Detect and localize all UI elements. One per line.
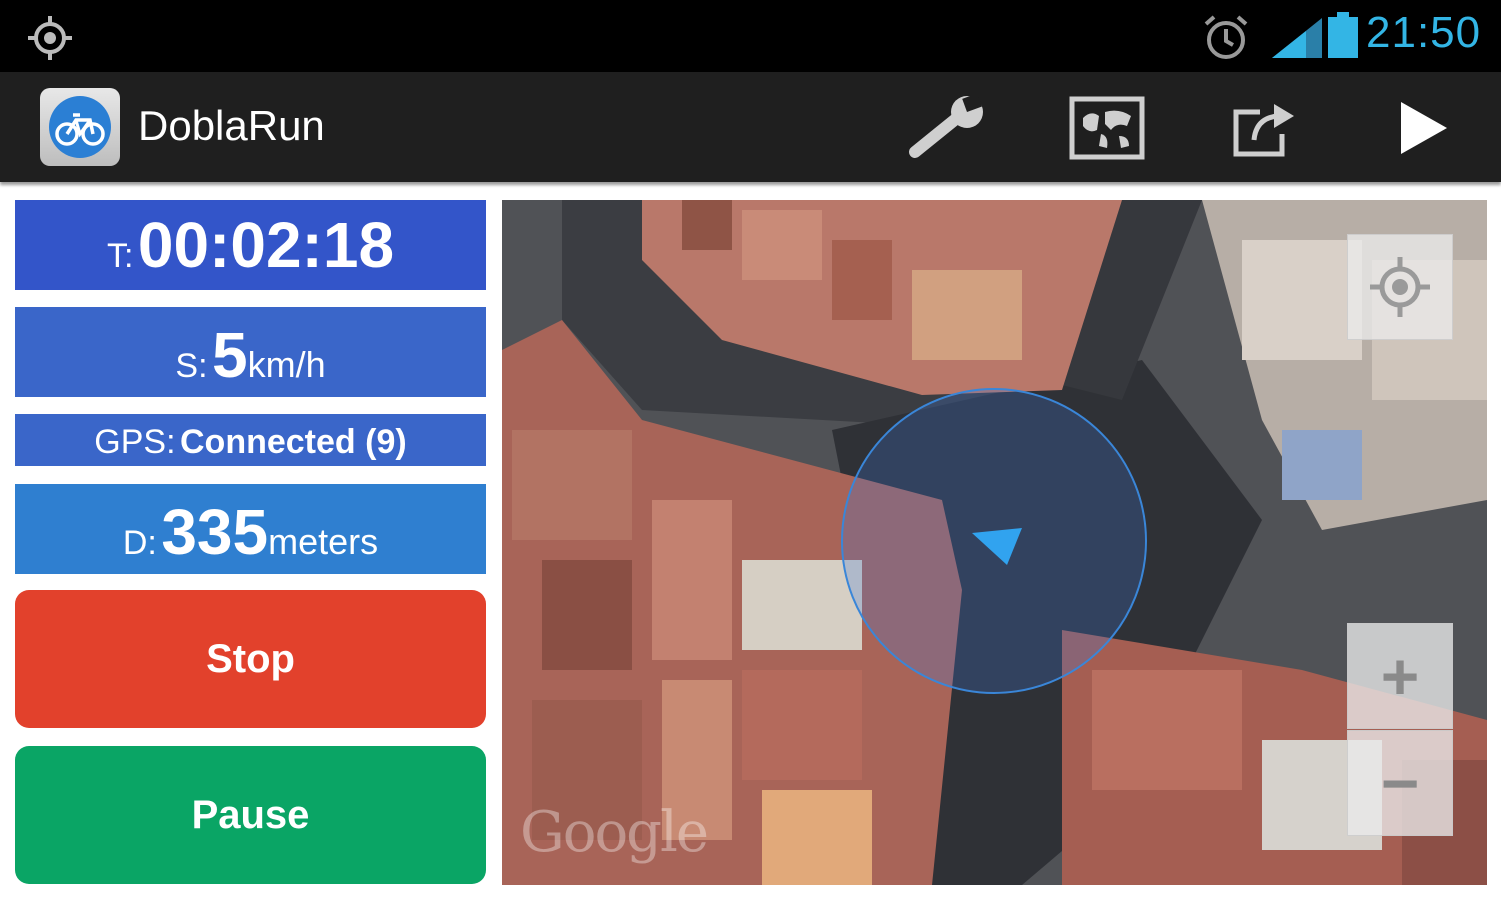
map-view-button[interactable] (1062, 92, 1152, 164)
app-logo[interactable] (40, 88, 120, 166)
alarm-clock-icon (1204, 15, 1248, 59)
status-bar: 21:50 (0, 0, 1501, 72)
map-imagery (502, 200, 1487, 885)
start-button[interactable] (1378, 92, 1468, 164)
share-button[interactable] (1220, 92, 1310, 164)
speed-value: 5 (211, 319, 248, 391)
bicycle-icon (49, 96, 111, 158)
share-icon (1233, 104, 1294, 157)
speed-label: S: (175, 347, 208, 385)
status-time: 21:50 (1366, 8, 1482, 57)
time-label: T: (106, 237, 134, 275)
speed-panel: S: 5km/h (15, 307, 486, 397)
distance-unit: meters (268, 521, 379, 562)
play-icon (1401, 102, 1447, 154)
zoom-out-icon: − (1380, 746, 1420, 820)
time-panel: T: 00:02:18 (15, 200, 486, 290)
settings-button[interactable] (905, 92, 995, 164)
satellite-map[interactable]: Google + − (502, 200, 1487, 885)
zoom-in-button[interactable]: + (1347, 623, 1453, 729)
zoom-out-button[interactable]: − (1347, 730, 1453, 836)
signal-icon (1272, 18, 1322, 58)
map-icon (1069, 96, 1145, 160)
battery-icon (1328, 12, 1358, 58)
distance-label: D: (122, 524, 157, 562)
my-location-button[interactable] (1347, 234, 1453, 340)
zoom-in-icon: + (1380, 639, 1420, 713)
distance-panel: D: 335meters (15, 484, 486, 574)
pause-button[interactable]: Pause (15, 746, 486, 884)
my-location-icon (1370, 257, 1430, 317)
gps-icon (28, 16, 72, 60)
gps-status: Connected (9) (180, 423, 407, 461)
wrench-icon (909, 96, 983, 158)
app-title: DoblaRun (138, 102, 325, 149)
time-value: 00:02:18 (137, 209, 395, 281)
action-bar: DoblaRun (0, 72, 1501, 182)
stop-button[interactable]: Stop (15, 590, 486, 728)
gps-panel: GPS: Connected (9) (15, 414, 486, 466)
gps-label: GPS: (94, 423, 176, 461)
google-attribution: Google (520, 800, 709, 865)
distance-value: 335 (161, 496, 269, 568)
speed-unit: km/h (247, 344, 326, 385)
